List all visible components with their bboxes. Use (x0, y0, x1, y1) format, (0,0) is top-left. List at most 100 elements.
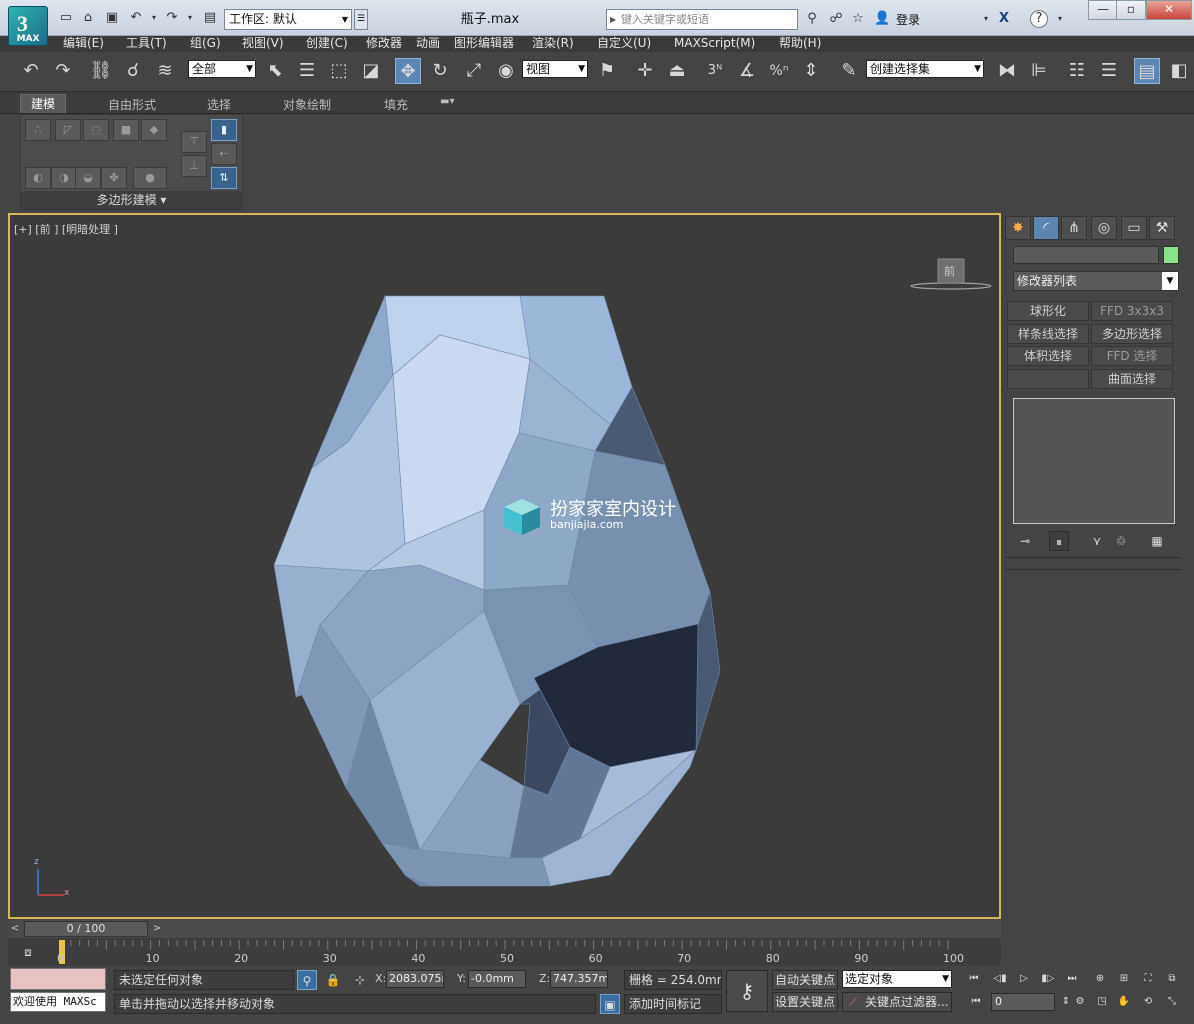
menu-modifiers[interactable]: 修改器 (366, 36, 402, 50)
track-bar[interactable]: ⧈ 0 10 20 30 40 50 60 70 80 90 100 (8, 938, 1001, 966)
key-selection-dropdown[interactable]: 选定对象 ▼ (842, 970, 952, 988)
graphite-tools-icon[interactable]: ◧ (1166, 58, 1192, 84)
zoom-extents-all-icon[interactable]: ⧉ (1162, 970, 1182, 988)
open-mini-curve-editor-icon[interactable]: ⧈ (18, 942, 38, 962)
vase-mesh[interactable] (10, 215, 1001, 919)
application-menu-button[interactable]: 3 MAX (8, 6, 48, 46)
y-coord-input[interactable]: -0.0mm (468, 970, 526, 988)
menu-maxscript[interactable]: MAXScript(M) (674, 36, 755, 50)
selection-lock-icon[interactable]: 🔒 (323, 970, 343, 990)
tab-populate[interactable]: 填充 (384, 96, 408, 113)
absolute-transform-icon[interactable]: ⊹ (350, 970, 370, 990)
modifier-ffd333-button[interactable]: FFD 3x3x3 (1091, 301, 1173, 321)
viewport-front[interactable]: [+] [前 ] [明暗处理 ] 前 z x 扮家家室内设计 banjiajia… (8, 213, 1001, 919)
viewcube[interactable]: 前 (906, 253, 996, 293)
align-icon[interactable]: ⊫ (1026, 58, 1052, 84)
maximize-viewport-icon[interactable]: ⤡ (1162, 993, 1182, 1011)
preserve-uvs-icon[interactable]: ◑ (51, 167, 77, 189)
polygon-mode-icon[interactable]: ■ (113, 119, 139, 141)
sign-in-link[interactable]: 登录 (896, 11, 920, 28)
hierarchy-panel-icon[interactable]: ⋔ (1061, 216, 1087, 240)
pin-stack-icon[interactable]: ⊸ (1015, 531, 1035, 551)
edit-named-selection-icon[interactable]: ✎ (836, 58, 862, 84)
rectangular-selection-icon[interactable]: ⬚ (326, 58, 352, 84)
set-key-icon[interactable]: ⚷ (726, 970, 768, 1012)
previous-modifier-icon[interactable]: ⊤ (181, 131, 207, 153)
show-end-result-icon[interactable]: ⊥ (181, 155, 207, 177)
zoom-extents-icon[interactable]: ⛶ (1138, 970, 1158, 988)
percent-snap-icon[interactable]: %ⁿ (766, 58, 792, 84)
snaps-toggle-icon[interactable]: 3ᴺ (702, 58, 728, 84)
select-and-scale-icon[interactable]: ⤢ (461, 58, 487, 84)
set-key-button[interactable]: 设置关键点 (772, 992, 838, 1012)
modifier-spherify-button[interactable]: 球形化 (1007, 301, 1089, 321)
spinner-snap-icon[interactable]: ⇕ (798, 58, 824, 84)
swift-loop-icon[interactable]: ● (133, 167, 167, 189)
new-file-icon[interactable]: ▭ (58, 10, 74, 26)
key-mode-icon[interactable]: ⏮ (966, 993, 986, 1011)
menu-help[interactable]: 帮助(H) (779, 36, 821, 50)
time-slider-prev-icon[interactable]: < (8, 920, 22, 938)
time-tag-icon[interactable]: ▣ (600, 994, 620, 1014)
go-to-start-icon[interactable]: ⏮ (964, 970, 984, 988)
reference-coordinate-dropdown[interactable]: 视图 ▼ (522, 60, 588, 78)
tab-modeling[interactable]: 建模 (20, 94, 67, 113)
maxscript-welcome-text[interactable]: 欢迎使用 MAXSc (10, 992, 106, 1012)
pan-view-icon[interactable]: ✋ (1114, 993, 1134, 1011)
ribbon-options-icon[interactable]: ▬▾ (440, 96, 454, 107)
angle-snap-icon[interactable]: ∡ (734, 58, 760, 84)
time-slider[interactable]: < 0 / 100 > (8, 920, 1001, 938)
modifier-list-dropdown[interactable]: 修改器列表 ▼ (1013, 271, 1179, 291)
undo-icon[interactable]: ↶ (18, 58, 44, 84)
select-by-name-icon[interactable]: ☰ (294, 58, 320, 84)
tab-freeform[interactable]: 自由形式 (108, 96, 156, 113)
help-search-input[interactable]: ▶ 键入关键字或短语 (606, 9, 798, 30)
menu-customize[interactable]: 自定义(U) (597, 36, 651, 50)
current-frame-input[interactable]: 0 (991, 993, 1055, 1011)
redo-dropdown-icon[interactable]: ▾ (182, 10, 198, 26)
motion-panel-icon[interactable]: ◎ (1091, 216, 1117, 240)
modifier-spline-select-button[interactable]: 样条线选择 (1007, 324, 1089, 344)
menu-graph-editors[interactable]: 图形编辑器 (454, 36, 514, 50)
object-color-swatch[interactable] (1163, 246, 1179, 264)
search-expand-icon[interactable]: ▶ (610, 10, 616, 29)
zoom-icon[interactable]: ⊕ (1090, 970, 1110, 988)
display-panel-icon[interactable]: ▭ (1121, 216, 1147, 240)
workspace-selector[interactable]: 工作区: 默认 ▼ (224, 9, 352, 30)
named-selection-set-dropdown[interactable]: 创建选择集 ▼ (866, 60, 984, 78)
open-file-icon[interactable]: ⌂ (80, 10, 96, 26)
select-and-rotate-icon[interactable]: ↻ (427, 58, 453, 84)
select-and-move-icon[interactable]: ✥ (395, 58, 421, 84)
pivot-center-icon[interactable]: ⚑ (594, 58, 620, 84)
modifier-poly-select-button[interactable]: 多边形选择 (1091, 324, 1173, 344)
exchange-apps-icon[interactable]: X (996, 11, 1012, 27)
time-config-icon[interactable]: ⚙ (1070, 993, 1090, 1011)
save-file-icon[interactable]: ▣ (104, 10, 120, 26)
menu-animation[interactable]: 动画 (416, 36, 440, 50)
x-coord-input[interactable]: 2083.075mm (386, 970, 444, 988)
utilities-panel-icon[interactable]: ⚒ (1149, 216, 1175, 240)
project-folder-icon[interactable]: ▤ (202, 10, 218, 26)
communication-center-icon[interactable]: ☍ (828, 11, 844, 27)
help-dropdown-icon[interactable]: ▾ (1052, 11, 1068, 27)
unlink-icon[interactable]: ☌ (120, 58, 146, 84)
modify-mode-icon[interactable]: ▮ (211, 119, 237, 141)
make-unique-icon[interactable]: ⋎ (1087, 531, 1107, 551)
element-mode-icon[interactable]: ◆ (141, 119, 167, 141)
go-to-end-icon[interactable]: ⏭ (1062, 970, 1082, 988)
mirror-icon[interactable]: ⧓ (994, 58, 1020, 84)
undo-icon[interactable]: ↶ (128, 10, 144, 26)
next-frame-icon[interactable]: ▮▷ (1038, 970, 1058, 988)
link-icon[interactable]: ⛓ (88, 58, 114, 84)
layer-manager-icon[interactable]: ☰ (1096, 58, 1122, 84)
time-slider-thumb[interactable]: 0 / 100 (24, 921, 148, 937)
border-mode-icon[interactable]: ◌ (83, 119, 109, 141)
add-time-tag-button[interactable]: 添加时间标记 (624, 994, 722, 1014)
menu-tools[interactable]: 工具(T) (126, 36, 167, 50)
modifier-stack-view[interactable] (1013, 398, 1175, 524)
quick-slice-icon[interactable]: ✤ (101, 167, 127, 189)
minimize-button[interactable]: — (1088, 0, 1118, 20)
z-coord-input[interactable]: 747.357mm (550, 970, 608, 988)
signin-dropdown-icon[interactable]: ▾ (978, 11, 994, 27)
window-crossing-icon[interactable]: ◪ (358, 58, 384, 84)
